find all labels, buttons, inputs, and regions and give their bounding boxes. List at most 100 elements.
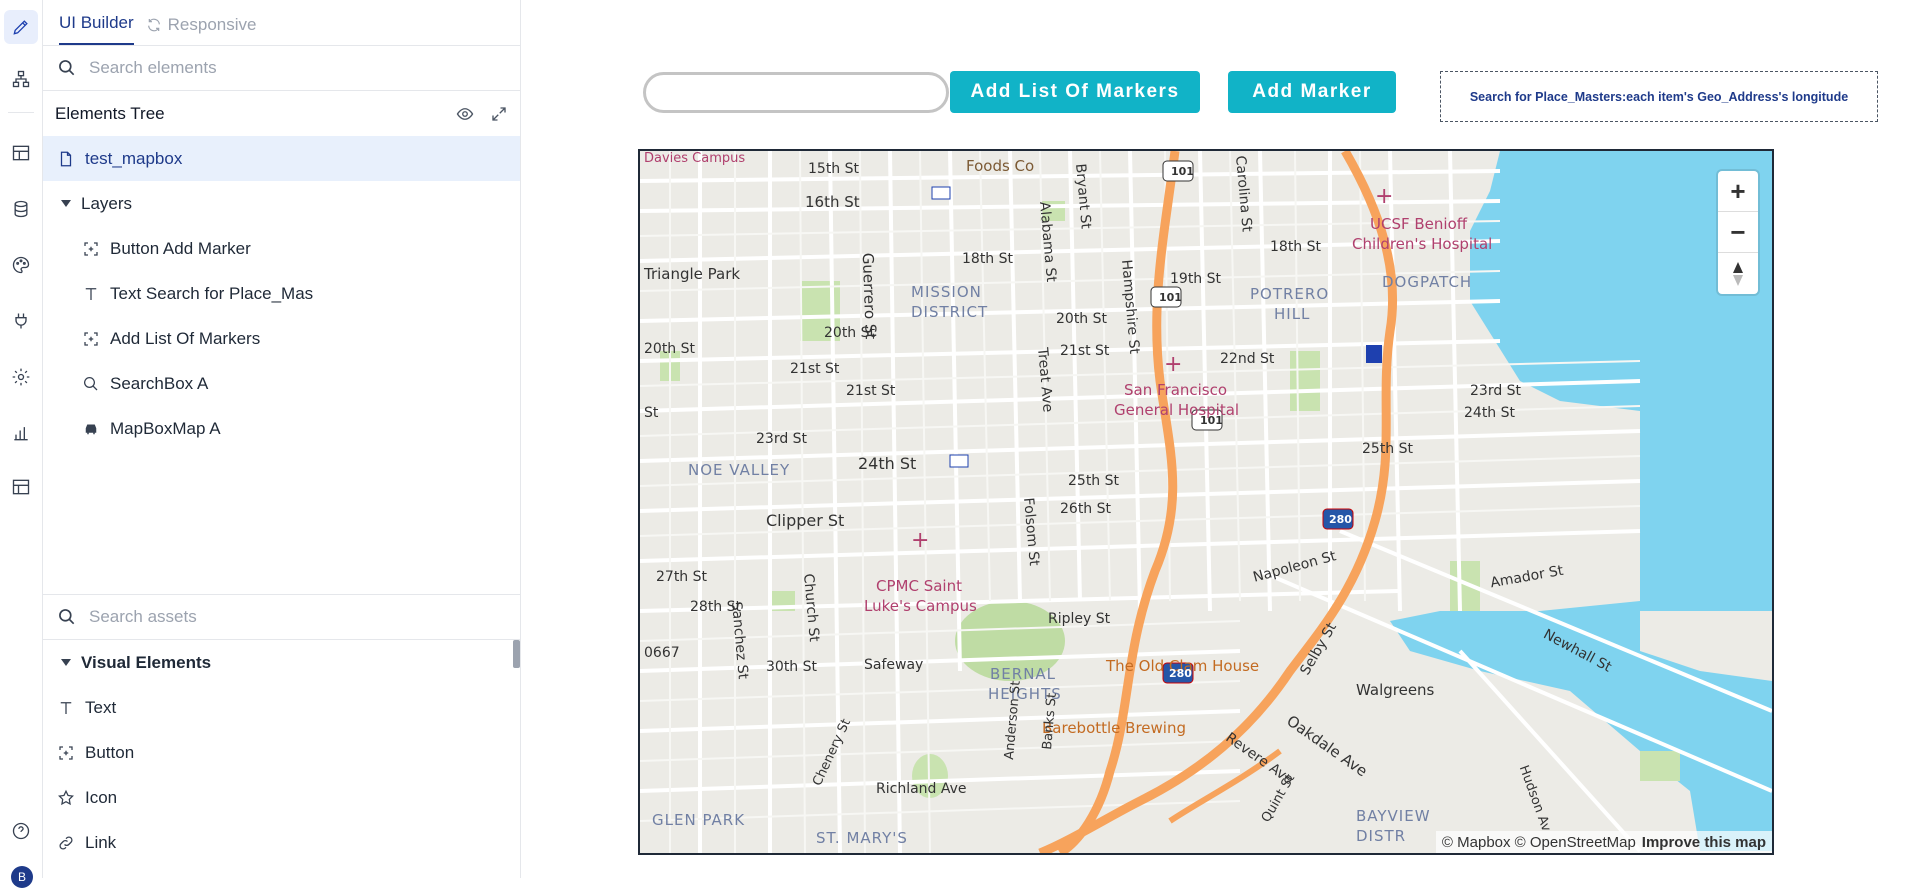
map-label: Davies Campus xyxy=(644,151,746,166)
shield-label: 280 xyxy=(1329,513,1352,526)
hierarchy-icon[interactable] xyxy=(4,62,38,96)
asset-item-icon[interactable]: Icon xyxy=(43,775,521,820)
map-label: Alabama St xyxy=(1036,201,1060,283)
map-label: Sanchez St xyxy=(728,601,751,680)
layers-label: Layers xyxy=(81,193,133,213)
database-icon[interactable] xyxy=(4,192,38,226)
map-label: Hudson Av xyxy=(1515,763,1554,834)
layout-icon[interactable] xyxy=(4,136,38,170)
map-label: 21st St xyxy=(1060,343,1110,359)
asset-item-text[interactable]: Text xyxy=(43,685,521,730)
page-item-test-mapbox[interactable]: test_mapbox xyxy=(43,136,520,181)
map-label: BERNAL xyxy=(990,665,1057,683)
pencil-icon[interactable] xyxy=(4,10,38,44)
button-icon xyxy=(59,745,73,760)
map-label: GLEN PARK xyxy=(652,811,746,829)
builder-canvas: Add List Of Markers Add Marker Search fo… xyxy=(522,0,1920,878)
map-label: DOGPATCH xyxy=(1382,273,1473,291)
search-icon xyxy=(59,60,75,76)
chart-icon[interactable] xyxy=(4,416,38,450)
visual-elements-toggle[interactable]: Visual Elements xyxy=(43,640,521,685)
table-icon[interactable] xyxy=(4,470,38,504)
compass-button[interactable] xyxy=(1718,253,1758,294)
map-attribution: © Mapbox © OpenStreetMap Improve this ma… xyxy=(1435,831,1772,853)
map-label: Bryant St xyxy=(1072,163,1094,230)
help-icon[interactable] xyxy=(4,814,38,848)
map-label: HILL xyxy=(1274,305,1311,323)
zoom-out-button[interactable]: − xyxy=(1718,212,1758,253)
asset-item-button[interactable]: Button xyxy=(43,730,521,775)
search-elements-input[interactable]: Search elements xyxy=(43,46,520,91)
shield-label: 101 xyxy=(1159,291,1182,304)
shield-label: 280 xyxy=(1169,667,1192,680)
layer-item-add-list-of-markers[interactable]: Add List Of Markers xyxy=(43,316,520,361)
map-label: CPMC Saint xyxy=(876,577,962,595)
search-place-masters-text[interactable]: Search for Place_Masters:each item's Geo… xyxy=(1440,71,1878,122)
layer-item-searchbox[interactable]: SearchBox A xyxy=(43,361,520,406)
assets-panel: Search assets Visual Elements Text Butto… xyxy=(43,594,521,878)
asset-label: Link xyxy=(85,832,117,852)
map-label: 18th St xyxy=(1270,239,1322,255)
map-labels: Davies Campus Foods Co 15th St 16th St 1… xyxy=(640,151,1772,853)
map-label: Folsom St xyxy=(1020,497,1042,567)
map-label: DISTR xyxy=(1356,827,1407,845)
page-item-label: test_mapbox xyxy=(85,148,183,168)
add-marker-button[interactable]: Add Marker xyxy=(1228,71,1396,113)
layer-item-button-add-marker[interactable]: Button Add Marker xyxy=(43,226,520,271)
map-label: 26th St xyxy=(1060,501,1112,517)
map-label: Triangle Park xyxy=(644,265,741,283)
compass-icon xyxy=(1733,261,1743,286)
gear-icon[interactable] xyxy=(4,360,38,394)
mapbox-map[interactable]: + + + Davies Campus Foods Co 15th St 16t… xyxy=(638,149,1774,855)
map-label: BAYVIEW xyxy=(1356,807,1431,825)
map-label: Selby St xyxy=(1297,620,1340,678)
map-label: Walgreens xyxy=(1356,681,1435,699)
text-icon xyxy=(85,287,97,300)
map-label: 24th St xyxy=(1464,405,1516,421)
icon-rail: B xyxy=(0,0,43,888)
asset-item-link[interactable]: Link xyxy=(43,820,521,865)
expand-icon[interactable] xyxy=(490,105,508,123)
caret-down-icon xyxy=(61,659,71,666)
map-label: UCSF Benioff xyxy=(1370,215,1468,233)
map-label: Hampshire St xyxy=(1118,259,1143,355)
assets-scrollbar[interactable] xyxy=(513,640,520,668)
map-label: San Francisco xyxy=(1124,381,1228,399)
star-icon xyxy=(58,789,74,805)
map-label: 23rd St xyxy=(756,431,808,447)
searchbox-input[interactable] xyxy=(643,72,949,113)
left-panel: UI Builder Responsive Search elements El… xyxy=(43,0,521,878)
layer-item-text-search[interactable]: Text Search for Place_Mas xyxy=(43,271,520,316)
search-icon xyxy=(59,609,75,625)
file-icon xyxy=(60,151,72,166)
layers-toggle[interactable]: Layers xyxy=(43,181,520,226)
map-label: 27th St xyxy=(656,569,708,585)
improve-map-link[interactable]: Improve this map xyxy=(1642,834,1766,851)
map-label: Chenery St xyxy=(810,716,855,789)
layer-label: SearchBox A xyxy=(110,373,209,393)
attribution-text[interactable]: © Mapbox © OpenStreetMap xyxy=(1442,834,1636,851)
add-list-of-markers-button[interactable]: Add List Of Markers xyxy=(950,71,1200,113)
zoom-in-button[interactable]: + xyxy=(1718,171,1758,212)
tab-ui-builder[interactable]: UI Builder xyxy=(59,13,134,45)
refresh-icon xyxy=(147,18,160,32)
asset-label: Button xyxy=(85,742,135,762)
map-label: NOE VALLEY xyxy=(688,461,791,479)
plug-icon[interactable] xyxy=(4,304,38,338)
layer-item-mapboxmap[interactable]: MapBoxMap A xyxy=(43,406,520,451)
map-label: 19th St xyxy=(1170,271,1222,287)
map-label: Barebottle Brewing xyxy=(1042,719,1186,737)
palette-icon[interactable] xyxy=(4,248,38,282)
map-label: 20th St xyxy=(1056,311,1108,327)
map-label: Safeway xyxy=(864,657,924,673)
avatar[interactable]: B xyxy=(11,866,33,888)
map-label: MISSION xyxy=(911,283,982,301)
map-label: Newhall St xyxy=(1540,626,1614,676)
search-assets-input[interactable]: Search assets xyxy=(43,595,521,640)
map-label: Napoleon St xyxy=(1251,548,1338,586)
map-zoom-controls: + − xyxy=(1718,171,1758,294)
eye-icon[interactable] xyxy=(456,105,474,123)
map-label: 21st St xyxy=(846,383,896,399)
tab-responsive[interactable]: Responsive xyxy=(146,15,256,45)
map-label: 20th St xyxy=(824,325,876,341)
